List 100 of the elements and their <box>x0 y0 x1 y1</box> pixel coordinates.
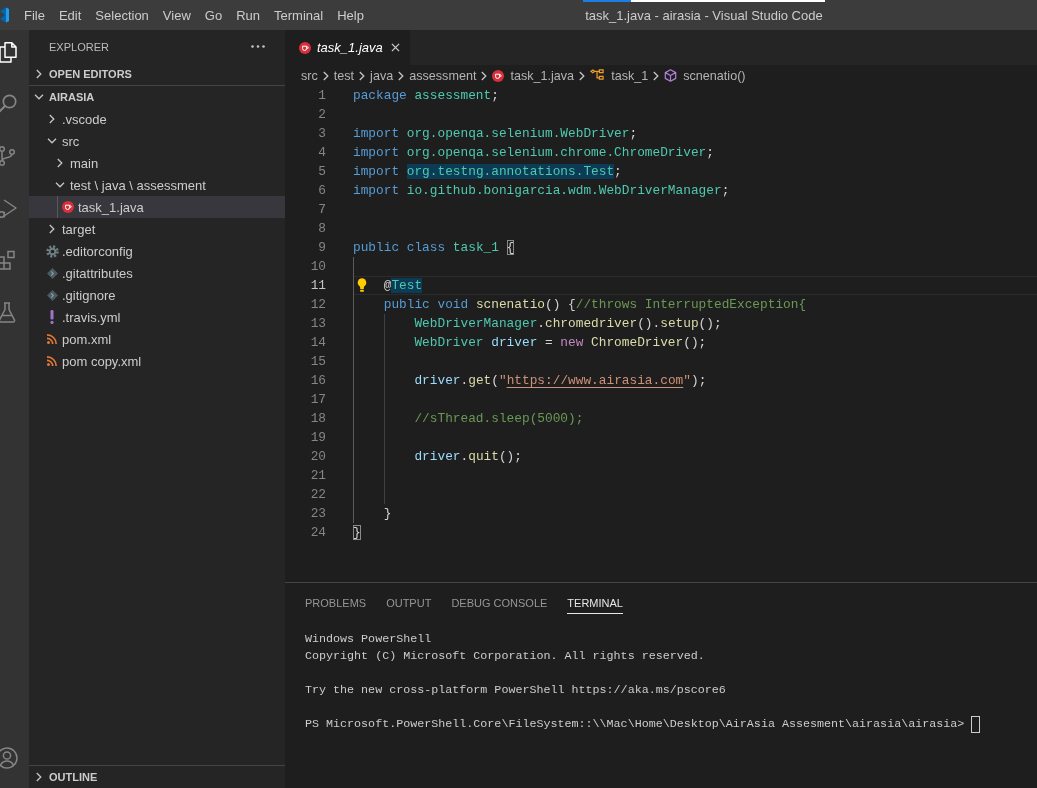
terminal-cursor <box>971 716 981 733</box>
tree-item[interactable]: .travis.yml <box>29 306 285 328</box>
tree-item[interactable]: pom copy.xml <box>29 350 285 372</box>
breadcrumb-item[interactable]: assessment <box>409 68 477 83</box>
menu-item[interactable]: File <box>17 0 52 30</box>
line-number: 9 <box>317 239 326 257</box>
close-icon[interactable] <box>390 43 400 52</box>
line-number: 7 <box>317 201 326 219</box>
terminal-line: Try the new cross-platform PowerShell https://aka.ms/pscore6 <box>305 682 726 699</box>
line-number: 20 <box>309 448 326 466</box>
line-number: 10 <box>309 258 326 276</box>
class-symbol-icon <box>590 69 606 82</box>
menu-item[interactable]: Go <box>197 0 230 30</box>
breadcrumb-item[interactable]: scnenatio() <box>664 68 746 83</box>
line-number: 19 <box>309 429 326 447</box>
diamond-icon <box>46 289 58 301</box>
breadcrumb-item[interactable]: test <box>333 68 355 83</box>
editor-tab[interactable]: task_1.java <box>285 30 410 65</box>
menu-item[interactable]: Selection <box>88 0 156 30</box>
line-number: 23 <box>309 505 326 523</box>
breadcrumb-item[interactable]: task_1 <box>590 68 649 83</box>
line-number: 8 <box>317 220 326 238</box>
tree-item[interactable]: pom.xml <box>29 328 285 350</box>
panel-tab[interactable]: OUTPUT <box>386 592 432 614</box>
line-number: 11 <box>309 277 326 295</box>
tree-item[interactable]: test \ java \ assessment <box>29 174 285 196</box>
panel-tab[interactable]: DEBUG CONSOLE <box>451 592 548 614</box>
menu-item[interactable]: Run <box>229 0 267 30</box>
line-number: 13 <box>309 315 326 333</box>
terminal-prompt: PS Microsoft.PowerShell.Core\FileSystem::\\Mac\Home\Desktop\AirAsia Assesment\airasia\airasia> <box>305 716 965 733</box>
chevron-right-icon <box>398 70 405 81</box>
tree-item[interactable]: src <box>29 130 285 152</box>
code-line: package assessment; <box>353 87 499 105</box>
panel-tab[interactable]: TERMINAL <box>567 592 623 614</box>
code-line: driver.quit(); <box>413 448 522 466</box>
exclamation-icon <box>50 310 54 324</box>
rss-icon <box>47 334 57 344</box>
chevron-right-icon <box>579 70 586 81</box>
menu-item[interactable]: Edit <box>51 0 89 30</box>
line-number: 24 <box>309 524 326 542</box>
code-line: } <box>353 524 361 542</box>
more-icon[interactable] <box>251 45 265 48</box>
section-header[interactable]: AIRASIA <box>29 86 285 108</box>
chevron-right-icon <box>653 70 660 81</box>
code-line: } <box>382 505 392 523</box>
window-title: task_1.java - airasia - Visual Studio Code <box>585 7 823 23</box>
tree-item[interactable]: task_1.java <box>29 196 285 218</box>
section-header[interactable]: OPEN EDITORS <box>29 63 285 85</box>
panel-tab[interactable]: PROBLEMS <box>305 592 367 614</box>
line-number: 15 <box>309 353 326 371</box>
line-number: 18 <box>309 410 326 428</box>
code-line: import org.openqa.selenium.chrome.ChromeDriver; <box>353 144 714 162</box>
tree-item[interactable]: .gitignore <box>29 284 285 306</box>
terminal-line: Copyright (C) Microsoft Corporation. All rights reserved. <box>305 648 705 665</box>
code-line: @Test <box>382 277 423 294</box>
line-number: 5 <box>317 163 326 181</box>
menu-item[interactable]: Terminal <box>267 0 331 30</box>
diamond-icon <box>46 267 58 279</box>
line-number: 4 <box>317 144 326 162</box>
line-number: 21 <box>309 467 326 485</box>
tree-item[interactable]: target <box>29 218 285 240</box>
java-file-icon <box>299 41 311 54</box>
account-icon[interactable] <box>0 746 19 770</box>
code-line: import org.testng.annotations.Test; <box>353 163 622 181</box>
line-number: 12 <box>309 296 326 314</box>
menu-item[interactable]: Help <box>330 0 371 30</box>
terminal-line: Windows PowerShell <box>305 631 432 648</box>
code-line: WebDriver driver = new ChromeDriver(); <box>413 334 707 352</box>
line-number: 16 <box>309 372 326 390</box>
files-icon[interactable] <box>0 40 19 64</box>
line-number: 6 <box>317 182 326 200</box>
breadcrumb-item[interactable]: task_1.java <box>492 68 575 83</box>
tree-item[interactable]: .vscode <box>29 108 285 130</box>
tree-item[interactable]: .editorconfig <box>29 240 285 262</box>
java-file-icon <box>492 69 505 82</box>
app-logo-icon <box>0 7 9 23</box>
menu-item[interactable]: View <box>155 0 198 30</box>
line-number: 1 <box>317 87 326 105</box>
gear-icon <box>45 244 59 258</box>
breadcrumb-item[interactable]: java <box>370 68 394 83</box>
line-number: 14 <box>309 334 326 352</box>
line-number: 2 <box>317 106 326 124</box>
lightbulb-icon[interactable] <box>357 278 367 292</box>
section-header[interactable]: OUTLINE <box>29 766 285 788</box>
chevron-right-icon <box>481 70 488 81</box>
tree-item[interactable]: main <box>29 152 285 174</box>
line-number: 22 <box>309 486 326 504</box>
cube-icon <box>664 69 678 82</box>
play-bug-icon[interactable] <box>0 196 19 220</box>
chevron-right-icon <box>359 70 366 81</box>
chevron-right-icon <box>322 70 329 81</box>
code-line: public void scnenatio() {//throws InterruptedException{ <box>382 296 807 314</box>
line-number: 3 <box>317 125 326 143</box>
tree-item[interactable]: .gitattributes <box>29 262 285 284</box>
code-line: import io.github.bonigarcia.wdm.WebDriverManager; <box>353 182 730 200</box>
code-line: driver.get("https://www.airasia.com"); <box>413 372 707 390</box>
code-line: public class task_1 { <box>353 239 515 257</box>
java-file-icon <box>62 201 74 213</box>
code-line: //sThread.sleep(5000); <box>413 410 584 428</box>
breadcrumb-item[interactable]: src <box>301 68 318 83</box>
